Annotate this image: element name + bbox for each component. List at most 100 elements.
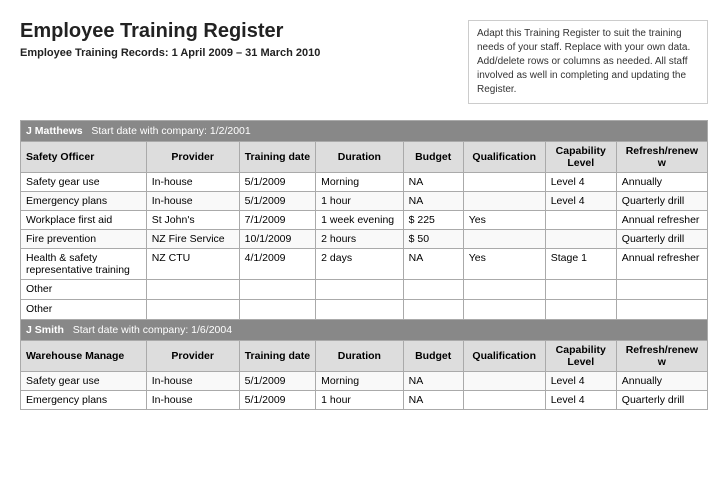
training-cell-training_date: 5/1/2009	[239, 173, 316, 192]
training-cell-qualification	[463, 372, 545, 391]
training-cell-capability: Level 4	[545, 173, 616, 192]
training-cell-capability: Level 4	[545, 391, 616, 410]
training-cell-capability	[545, 230, 616, 249]
col-header-role: Safety Officer	[21, 142, 147, 173]
training-cell-budget: NA	[403, 173, 463, 192]
training-row: Other	[21, 300, 708, 320]
role-header-row: Warehouse ManageProviderTraining dateDur…	[21, 341, 708, 372]
training-cell-capability	[545, 300, 616, 320]
training-cell-training_date: 7/1/2009	[239, 211, 316, 230]
training-cell-refresh	[616, 300, 707, 320]
col-header-duration: Duration	[316, 341, 403, 372]
page-wrapper: Employee Training Register Employee Trai…	[20, 20, 708, 410]
training-cell-refresh: Annual refresher	[616, 249, 707, 280]
col-header-qualification: Qualification	[463, 142, 545, 173]
training-cell-provider	[146, 280, 239, 300]
training-cell-provider: St John's	[146, 211, 239, 230]
training-row: Fire preventionNZ Fire Service10/1/20092…	[21, 230, 708, 249]
training-cell-budget: NA	[403, 192, 463, 211]
training-cell-budget: $ 50	[403, 230, 463, 249]
training-row: Other	[21, 280, 708, 300]
training-cell-provider	[146, 300, 239, 320]
subtitle: Employee Training Records: 1 April 2009 …	[20, 47, 320, 59]
training-cell-budget	[403, 280, 463, 300]
training-cell-role: Health & safety representative training	[21, 249, 147, 280]
col-header-training_date: Training date	[239, 142, 316, 173]
col-header-refresh: Refresh/renew w	[616, 142, 707, 173]
training-cell-training_date	[239, 300, 316, 320]
training-cell-capability	[545, 280, 616, 300]
training-cell-qualification: Yes	[463, 211, 545, 230]
col-header-provider: Provider	[146, 142, 239, 173]
training-cell-qualification	[463, 391, 545, 410]
training-cell-role: Safety gear use	[21, 372, 147, 391]
col-header-budget: Budget	[403, 341, 463, 372]
training-cell-provider: NZ CTU	[146, 249, 239, 280]
training-cell-qualification	[463, 173, 545, 192]
training-cell-capability: Level 4	[545, 192, 616, 211]
col-header-budget: Budget	[403, 142, 463, 173]
training-cell-provider: NZ Fire Service	[146, 230, 239, 249]
training-row: Emergency plansIn-house5/1/20091 hourNA L…	[21, 192, 708, 211]
training-cell-training_date: 4/1/2009	[239, 249, 316, 280]
training-cell-role: Other	[21, 300, 147, 320]
employee-name: J Matthews	[26, 125, 83, 137]
training-cell-provider: In-house	[146, 192, 239, 211]
header-left: Employee Training Register Employee Trai…	[20, 20, 320, 59]
employee-start: Start date with company: 1/2/2001	[91, 125, 250, 137]
col-header-capability: Capability Level	[545, 142, 616, 173]
training-cell-qualification	[463, 230, 545, 249]
col-header-capability: Capability Level	[545, 341, 616, 372]
training-cell-duration: Morning	[316, 173, 403, 192]
training-cell-duration	[316, 300, 403, 320]
training-cell-role: Safety gear use	[21, 173, 147, 192]
training-cell-qualification	[463, 192, 545, 211]
training-cell-refresh	[616, 280, 707, 300]
training-cell-training_date: 5/1/2009	[239, 372, 316, 391]
header-description: Adapt this Training Register to suit the…	[468, 20, 708, 104]
col-header-qualification: Qualification	[463, 341, 545, 372]
training-row: Safety gear useIn-house5/1/2009MorningNA…	[21, 372, 708, 391]
training-cell-capability: Stage 1	[545, 249, 616, 280]
col-header-provider: Provider	[146, 341, 239, 372]
col-header-refresh: Refresh/renew w	[616, 341, 707, 372]
training-cell-training_date: 5/1/2009	[239, 391, 316, 410]
training-cell-budget	[403, 300, 463, 320]
employee-row: J Smith Start date with company: 1/6/200…	[21, 320, 708, 341]
training-cell-qualification	[463, 280, 545, 300]
training-cell-duration: 2 days	[316, 249, 403, 280]
main-title: Employee Training Register	[20, 20, 320, 43]
role-header-row: Safety OfficerProviderTraining dateDurat…	[21, 142, 708, 173]
training-cell-training_date	[239, 280, 316, 300]
training-cell-qualification: Yes	[463, 249, 545, 280]
training-cell-duration	[316, 280, 403, 300]
training-cell-training_date: 5/1/2009	[239, 192, 316, 211]
training-cell-budget: NA	[403, 249, 463, 280]
training-cell-provider: In-house	[146, 173, 239, 192]
register-table: J Matthews Start date with company: 1/2/…	[20, 120, 708, 410]
training-cell-refresh: Quarterly drill	[616, 192, 707, 211]
employee-start: Start date with company: 1/6/2004	[73, 324, 232, 336]
training-cell-role: Emergency plans	[21, 192, 147, 211]
col-header-training_date: Training date	[239, 341, 316, 372]
training-cell-refresh: Annually	[616, 173, 707, 192]
training-cell-refresh: Quarterly drill	[616, 391, 707, 410]
training-cell-duration: Morning	[316, 372, 403, 391]
header-section: Employee Training Register Employee Trai…	[20, 20, 708, 104]
training-cell-qualification	[463, 300, 545, 320]
training-cell-duration: 2 hours	[316, 230, 403, 249]
training-cell-duration: 1 hour	[316, 192, 403, 211]
training-cell-refresh: Annual refresher	[616, 211, 707, 230]
col-header-duration: Duration	[316, 142, 403, 173]
training-cell-budget: NA	[403, 391, 463, 410]
training-cell-budget: $ 225	[403, 211, 463, 230]
training-cell-training_date: 10/1/2009	[239, 230, 316, 249]
training-row: Health & safety representative trainingN…	[21, 249, 708, 280]
training-cell-provider: In-house	[146, 391, 239, 410]
training-cell-budget: NA	[403, 372, 463, 391]
col-header-role: Warehouse Manage	[21, 341, 147, 372]
training-cell-duration: 1 week evening	[316, 211, 403, 230]
training-row: Emergency plansIn-house5/1/20091 hourNAL…	[21, 391, 708, 410]
training-cell-refresh: Quarterly drill	[616, 230, 707, 249]
training-cell-role: Fire prevention	[21, 230, 147, 249]
